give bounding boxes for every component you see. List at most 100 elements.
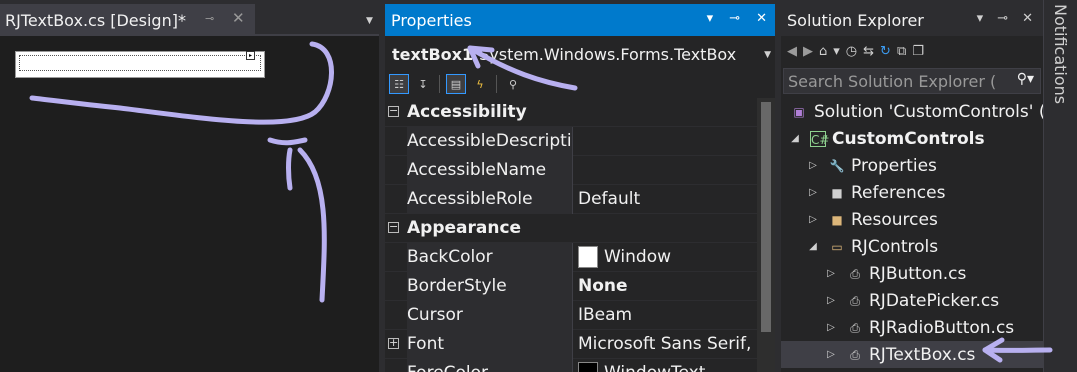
property-row[interactable]: Cursor IBeam: [385, 300, 758, 330]
collapsed-icon[interactable]: ▷: [807, 187, 819, 198]
selection-outline: [19, 55, 261, 71]
close-icon[interactable]: ✕: [756, 11, 767, 26]
collapsed-icon[interactable]: ▷: [807, 160, 819, 171]
property-row[interactable]: AccessibleRole Default: [385, 184, 758, 214]
properties-window: Properties ▾ ⊸ ✕ textBox1 System.Windows…: [385, 4, 775, 372]
property-name: BorderStyle: [407, 271, 573, 301]
show-all-files-icon[interactable]: ❐: [912, 44, 924, 59]
alphabetical-icon[interactable]: ↧: [413, 74, 433, 94]
tree-item-label: References: [851, 182, 946, 203]
chevron-down-icon[interactable]: ▼: [764, 50, 771, 60]
property-name: Cursor: [407, 300, 573, 330]
categorized-icon[interactable]: ☷: [389, 74, 409, 94]
property-value[interactable]: WindowText: [578, 362, 758, 372]
category-label: Appearance: [407, 218, 522, 238]
properties-scrollbar[interactable]: [757, 98, 775, 372]
category-appearance[interactable]: − Appearance: [385, 214, 757, 243]
collapsed-icon[interactable]: ▷: [825, 268, 837, 279]
component-file-icon: ⎙: [850, 266, 860, 281]
window-position-icon[interactable]: ▾: [707, 11, 714, 26]
expand-icon[interactable]: +: [388, 337, 399, 349]
solution-explorer-title: Solution Explorer: [787, 10, 924, 30]
tree-item-file[interactable]: ▷ ⎙ RJButton.cs: [781, 260, 1043, 287]
pending-changes-icon[interactable]: ◷: [846, 44, 857, 59]
property-pages-icon[interactable]: ⚲: [503, 74, 523, 94]
property-row[interactable]: + Font Microsoft Sans Serif, 8: [385, 329, 758, 359]
property-name: AccessibleName: [407, 155, 573, 185]
property-value[interactable]: Window: [578, 246, 758, 268]
tree-item-label: RJDatePicker.cs: [869, 290, 1000, 311]
tree-item-file[interactable]: ▷ ⎙ RJRadioButton.cs: [781, 314, 1043, 341]
window-position-icon[interactable]: ▾: [977, 11, 984, 26]
home-icon[interactable]: ⌂: [819, 44, 827, 59]
property-value-text: WindowText: [604, 363, 705, 372]
property-name: AccessibleDescriptio: [407, 126, 573, 156]
collapse-icon[interactable]: −: [388, 105, 399, 117]
color-swatch: [578, 362, 598, 372]
solution-icon: ▣: [793, 104, 805, 119]
notifications-label: Notifications: [1051, 4, 1070, 105]
events-icon[interactable]: ϟ: [470, 74, 490, 94]
property-value[interactable]: Default: [578, 189, 758, 209]
design-canvas[interactable]: ▸: [0, 36, 379, 372]
collapsed-icon[interactable]: ▷: [825, 322, 837, 333]
category-accessibility[interactable]: − Accessibility: [385, 98, 757, 127]
solution-tree: ▣ Solution 'CustomControls' ( ◢ C# Custo…: [781, 98, 1046, 368]
collapse-icon[interactable]: −: [388, 221, 399, 233]
property-row[interactable]: AccessibleName: [385, 155, 757, 185]
pin-icon[interactable]: ⊸: [997, 11, 1008, 26]
collapsed-icon[interactable]: ▷: [825, 295, 837, 306]
close-icon[interactable]: ✕: [232, 9, 245, 27]
tree-item-properties[interactable]: ▷ 🔧 Properties: [781, 152, 1043, 179]
forward-icon[interactable]: ▶: [803, 44, 813, 59]
property-value[interactable]: None: [578, 276, 758, 296]
textbox-control[interactable]: ▸: [15, 51, 265, 78]
switch-views-icon[interactable]: ▾: [833, 44, 840, 59]
expanded-icon[interactable]: ◢: [789, 133, 801, 144]
category-label: Accessibility: [407, 102, 527, 122]
refresh-icon[interactable]: ↻: [880, 44, 891, 59]
tree-item-file[interactable]: ▷ ⎙ RJDatePicker.cs: [781, 287, 1043, 314]
chevron-down-icon[interactable]: ▼: [366, 16, 373, 26]
collapse-all-icon[interactable]: ⧉: [897, 44, 906, 59]
collapsed-icon[interactable]: ▷: [807, 214, 819, 225]
sync-icon[interactable]: ⇆: [863, 44, 874, 59]
pin-icon[interactable]: ⊸: [205, 12, 214, 25]
property-row[interactable]: ForeColor WindowText: [385, 358, 758, 372]
smart-tag-icon[interactable]: ▸: [246, 51, 255, 60]
property-row[interactable]: AccessibleDescriptio: [385, 126, 757, 156]
tree-item-resources[interactable]: ▷ ■ Resources: [781, 206, 1043, 233]
notifications-rail[interactable]: Notifications: [1043, 0, 1077, 372]
tree-item-label: Solution 'CustomControls' (: [814, 101, 1046, 122]
solution-explorer: Solution Explorer ▾ ⊸ ✕ ◀ ▶ ⌂ ▾ ◷ ⇆ ↻ ⧉ …: [781, 4, 1046, 372]
object-selector[interactable]: textBox1 System.Windows.Forms.TextBox ▼: [385, 38, 775, 70]
property-value[interactable]: Microsoft Sans Serif, 8: [578, 334, 758, 354]
property-row[interactable]: BorderStyle None: [385, 271, 758, 301]
tree-item-project[interactable]: ◢ C# CustomControls: [781, 125, 1043, 152]
search-placeholder: Search Solution Explorer (: [788, 71, 997, 91]
tree-item-file-selected[interactable]: ▷ ⎙ RJTextBox.cs: [781, 341, 1043, 368]
color-swatch: [578, 246, 598, 268]
collapsed-icon[interactable]: ▷: [825, 349, 837, 360]
wrench-icon: 🔧: [829, 158, 845, 173]
tree-item-solution[interactable]: ▣ Solution 'CustomControls' (: [781, 98, 1046, 125]
search-icon[interactable]: ⚲▾: [1017, 71, 1034, 87]
back-icon[interactable]: ◀: [787, 44, 797, 59]
property-value[interactable]: IBeam: [578, 305, 758, 325]
tree-item-label: Resources: [851, 209, 938, 230]
search-input[interactable]: Search Solution Explorer ( ⚲▾: [783, 68, 1041, 94]
designer-tab[interactable]: RJTextBox.cs [Design]* ⊸ ✕: [0, 4, 255, 36]
properties-title: Properties: [391, 10, 472, 30]
tree-item-label: RJRadioButton.cs: [869, 317, 1015, 338]
property-value-text: Window: [604, 247, 672, 267]
properties-icon[interactable]: ▤: [446, 74, 466, 94]
tree-item-references[interactable]: ▷ ■ References: [781, 179, 1043, 206]
folder-open-icon: ▭: [831, 239, 843, 254]
pin-icon[interactable]: ⊸: [729, 11, 740, 26]
tree-item-rjcontrols[interactable]: ◢ ▭ RJControls: [781, 233, 1043, 260]
close-icon[interactable]: ✕: [1022, 11, 1033, 26]
property-row[interactable]: BackColor Window: [385, 242, 758, 272]
tree-item-label: RJButton.cs: [869, 263, 967, 284]
expanded-icon[interactable]: ◢: [807, 241, 819, 252]
scrollbar-thumb[interactable]: [761, 102, 771, 332]
